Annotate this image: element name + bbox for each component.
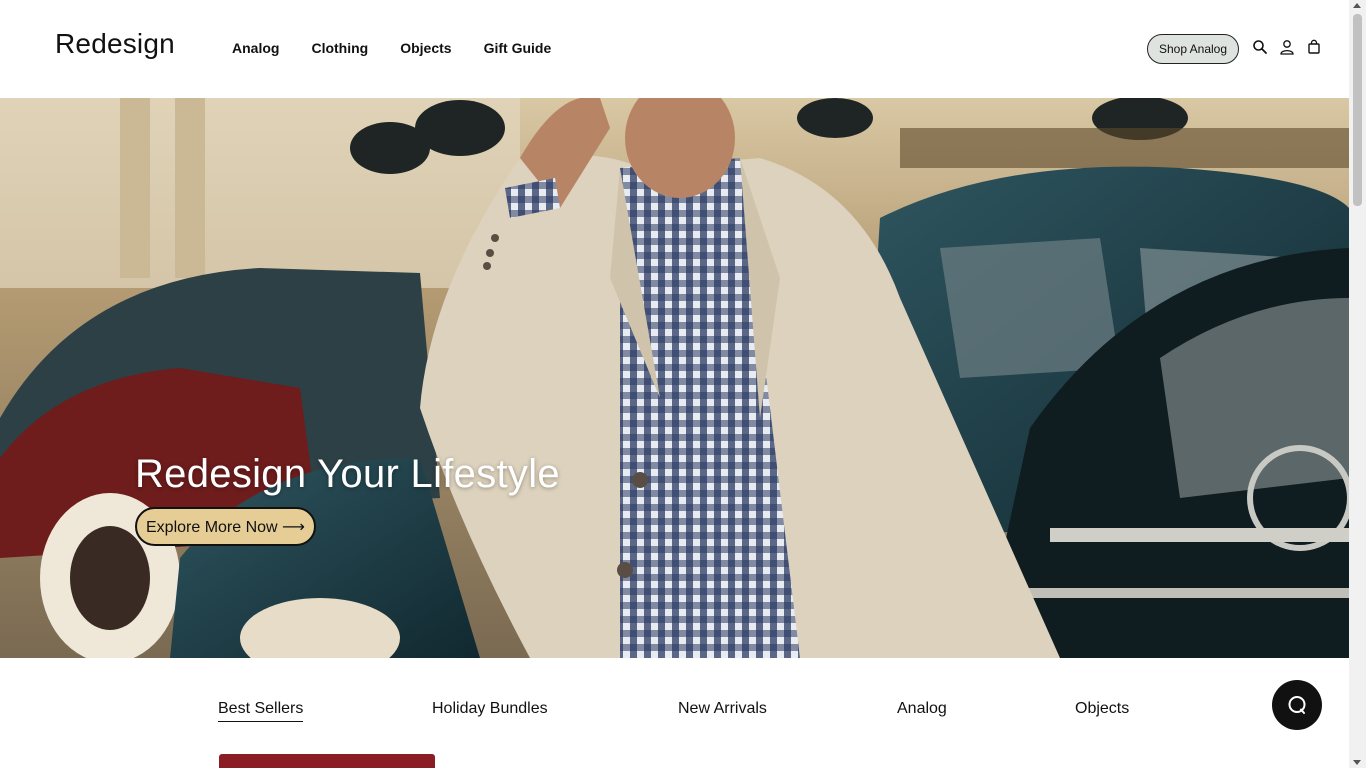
page-scrollbar[interactable] bbox=[1349, 0, 1366, 768]
category-tabs: Best Sellers Holiday Bundles New Arrival… bbox=[0, 658, 1349, 768]
scroll-up-arrow-icon[interactable] bbox=[1353, 3, 1361, 8]
search-icon[interactable] bbox=[1252, 39, 1268, 55]
hero-photo bbox=[0, 98, 1349, 658]
nav-link-analog[interactable]: Analog bbox=[232, 40, 279, 56]
user-icon[interactable] bbox=[1279, 39, 1295, 55]
bag-icon[interactable] bbox=[1306, 39, 1322, 55]
main-nav: Analog Clothing Objects Gift Guide bbox=[232, 40, 583, 56]
nav-link-objects[interactable]: Objects bbox=[400, 40, 451, 56]
chat-icon bbox=[1288, 696, 1306, 714]
scroll-down-arrow-icon[interactable] bbox=[1353, 760, 1361, 765]
site-logo[interactable]: Redesign bbox=[55, 28, 175, 60]
tab-objects[interactable]: Objects bbox=[1075, 700, 1129, 718]
tab-best-sellers[interactable]: Best Sellers bbox=[218, 700, 304, 722]
shop-analog-button[interactable]: Shop Analog bbox=[1147, 34, 1239, 64]
scroll-thumb[interactable] bbox=[1353, 14, 1362, 206]
nav-link-gift-guide[interactable]: Gift Guide bbox=[484, 40, 552, 56]
hero-banner: Redesign Your Lifestyle Explore More Now… bbox=[0, 98, 1349, 658]
tab-holiday-bundles[interactable]: Holiday Bundles bbox=[432, 700, 548, 718]
product-card-image[interactable] bbox=[219, 754, 435, 768]
site-header: Redesign Analog Clothing Objects Gift Gu… bbox=[0, 0, 1349, 98]
nav-link-clothing[interactable]: Clothing bbox=[311, 40, 368, 56]
chat-launcher-button[interactable] bbox=[1272, 680, 1322, 730]
tab-new-arrivals[interactable]: New Arrivals bbox=[678, 700, 767, 718]
hero-title: Redesign Your Lifestyle bbox=[135, 452, 560, 496]
tab-analog[interactable]: Analog bbox=[897, 700, 947, 718]
explore-more-button[interactable]: Explore More Now ⟶ bbox=[135, 507, 316, 546]
